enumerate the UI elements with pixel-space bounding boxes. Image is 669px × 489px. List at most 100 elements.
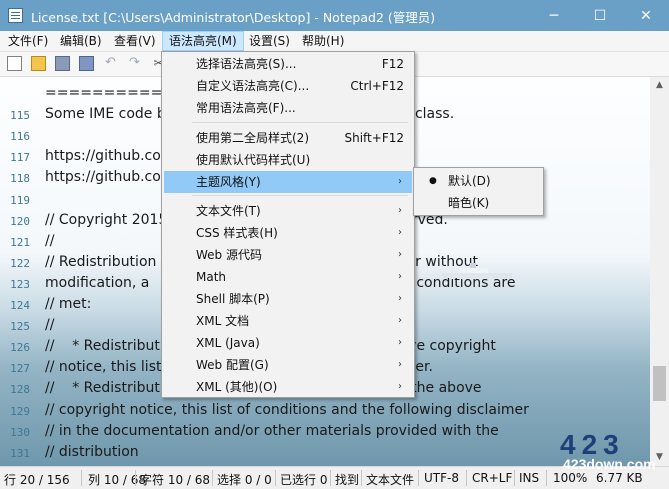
close-button[interactable]: ✕ [623, 0, 669, 31]
code-line[interactable]: // [45, 317, 54, 333]
theme-item-dark[interactable]: 暗色(K) [416, 192, 541, 214]
submenu-arrow-icon: › [398, 381, 402, 392]
radio-bullet-icon: ● [429, 176, 437, 186]
menu-item-label: XML (其他)(O) [196, 380, 278, 394]
new-icon[interactable] [7, 56, 22, 71]
status-line-ending[interactable]: CR+LF [472, 471, 512, 485]
menu-syntax[interactable]: 语法高亮(M) [162, 31, 244, 51]
menu-item-label: CSS 样式表(H) [196, 226, 278, 240]
redo-icon[interactable]: ↷ [127, 56, 142, 71]
menu-item-favorite-syntax[interactable]: 常用语法高亮(F)... [164, 97, 412, 119]
menu-file[interactable]: 文件(F) [2, 31, 54, 51]
scroll-thumb[interactable] [653, 366, 666, 401]
menu-item-xml-document[interactable]: XML 文档 › [164, 310, 412, 332]
menu-item-label: 文本文件(T) [196, 204, 261, 218]
watermark-site: 423down.com [563, 456, 656, 472]
submenu-arrow-icon: › [398, 205, 402, 216]
code-line[interactable]: // distribution [45, 444, 139, 460]
line-number: 127 [10, 362, 30, 376]
watermark-logo: 423 423down.com [560, 429, 669, 472]
submenu-arrow-icon: › [398, 315, 402, 326]
menu-separator [192, 195, 408, 196]
submenu-arrow-icon: › [398, 337, 402, 348]
line-number: 129 [10, 404, 30, 418]
menu-settings[interactable]: 设置(S) [243, 31, 296, 51]
menu-view[interactable]: 查看(V) [108, 31, 162, 51]
code-line[interactable]: https://github.co [45, 169, 161, 185]
code-line[interactable]: // copyright notice, this list of condit… [45, 402, 529, 418]
status-file-size: 6.77 KB [596, 471, 643, 485]
status-selected-lines: 已选行 0 [280, 473, 328, 487]
menu-edit[interactable]: 编辑(B) [54, 31, 108, 51]
menu-item-label: XML 文档 [196, 314, 250, 328]
menu-separator [192, 122, 408, 123]
code-line[interactable]: // in the documentation and/or other mat… [45, 423, 499, 439]
window-title: License.txt [C:\Users\Administrator\Desk… [31, 10, 436, 25]
save-all-icon[interactable] [79, 56, 94, 71]
minimize-button[interactable]: ─ [531, 0, 577, 31]
menu-item-second-global-style[interactable]: 使用第二全局样式(2) Shift+F12 [164, 127, 412, 149]
syntax-highlight-menu: 选择语法高亮(S)... F12 自定义语法高亮(C)... Ctrl+F12 常用语法… [161, 51, 415, 398]
line-number: 118 [10, 172, 30, 186]
maximize-button[interactable]: ☐ [577, 0, 623, 31]
menu-item-label: XML (Java) [196, 336, 260, 350]
menu-item-xml-java[interactable]: XML (Java) › [164, 332, 412, 354]
menu-item-label: Math [196, 270, 227, 284]
menu-item-label: 使用第二全局样式(2) [196, 131, 309, 145]
notepad2-window: License.txt [C:\Users\Administrator\Desk… [0, 0, 669, 489]
code-line[interactable]: https://github.co [45, 148, 161, 164]
menu-item-theme-style[interactable]: 主题风格(Y) › [164, 171, 412, 193]
menu-item-web-source[interactable]: Web 源代码 › [164, 244, 412, 266]
menu-bar: 文件(F) 编辑(B) 查看(V) 语法高亮(M) 设置(S) 帮助(H) [0, 31, 669, 52]
menu-item-shortcut: Shift+F12 [344, 131, 404, 145]
menu-item-math[interactable]: Math › [164, 266, 412, 288]
line-number: 116 [10, 130, 30, 144]
status-encoding[interactable]: UTF-8 [424, 471, 459, 485]
menu-item-shortcut: Ctrl+F12 [350, 79, 404, 93]
menu-item-label: 常用语法高亮(F)... [196, 101, 296, 115]
ship-image [442, 263, 512, 278]
theme-item-default[interactable]: ● 默认(D) [416, 170, 541, 192]
line-number: 115 [10, 109, 30, 123]
menu-item-text-file[interactable]: 文本文件(T) › [164, 200, 412, 222]
submenu-arrow-icon: › [398, 359, 402, 370]
status-insert-mode[interactable]: INS [519, 471, 539, 485]
menu-item-label: Shell 脚本(P) [196, 292, 270, 306]
line-number: 121 [10, 235, 30, 249]
line-number: 124 [10, 299, 30, 312]
open-icon[interactable] [31, 56, 46, 71]
status-chars: 字符 10 / 68 [140, 473, 211, 487]
line-number: 120 [10, 214, 30, 228]
menu-item-select-syntax[interactable]: 选择语法高亮(S)... F12 [164, 53, 412, 75]
menu-item-label: 使用默认代码样式(U) [196, 153, 311, 167]
line-number: 119 [10, 193, 30, 207]
menu-help[interactable]: 帮助(H) [296, 31, 350, 51]
menu-item-custom-syntax[interactable]: 自定义语法高亮(C)... Ctrl+F12 [164, 75, 412, 97]
submenu-arrow-icon: › [398, 176, 402, 187]
scroll-up-arrow[interactable]: ▲ [650, 77, 669, 94]
status-found: 找到 [335, 473, 360, 487]
line-number: 117 [10, 151, 30, 165]
menu-item-css-stylesheet[interactable]: CSS 样式表(H) › [164, 222, 412, 244]
menu-item-shortcut: F12 [381, 57, 404, 71]
code-line[interactable]: // met: [45, 296, 91, 312]
undo-icon[interactable]: ↶ [103, 56, 118, 71]
menu-item-xml-other[interactable]: XML (其他)(O) › [164, 376, 412, 398]
line-number-gutter: 115 116 117 118 119 120 121 122 123 124 125 126 127 1… [0, 77, 36, 466]
menu-item-default-code-style[interactable]: 使用默认代码样式(U) [164, 149, 412, 171]
vertical-scrollbar[interactable]: ▲ ▼ [650, 77, 669, 466]
status-column: 列 10 / 68 [88, 473, 147, 487]
menu-item-label: 自定义语法高亮(C)... [196, 79, 310, 93]
line-number: 126 [10, 341, 30, 355]
code-line[interactable]: ========== [45, 85, 162, 101]
menu-item-web-config[interactable]: Web 配置(G) › [164, 354, 412, 376]
line-number: 122 [10, 256, 30, 270]
menu-item-shell-script[interactable]: Shell 脚本(P) › [164, 288, 412, 310]
save-icon[interactable] [55, 56, 70, 71]
menu-item-label: 主题风格(Y) [196, 175, 261, 189]
submenu-arrow-icon: › [398, 271, 402, 282]
menu-item-label: Web 配置(G) [196, 358, 269, 372]
code-line[interactable]: // [45, 233, 54, 249]
notepad-icon[interactable] [8, 8, 23, 23]
status-file-type[interactable]: 文本文件 [366, 471, 414, 488]
